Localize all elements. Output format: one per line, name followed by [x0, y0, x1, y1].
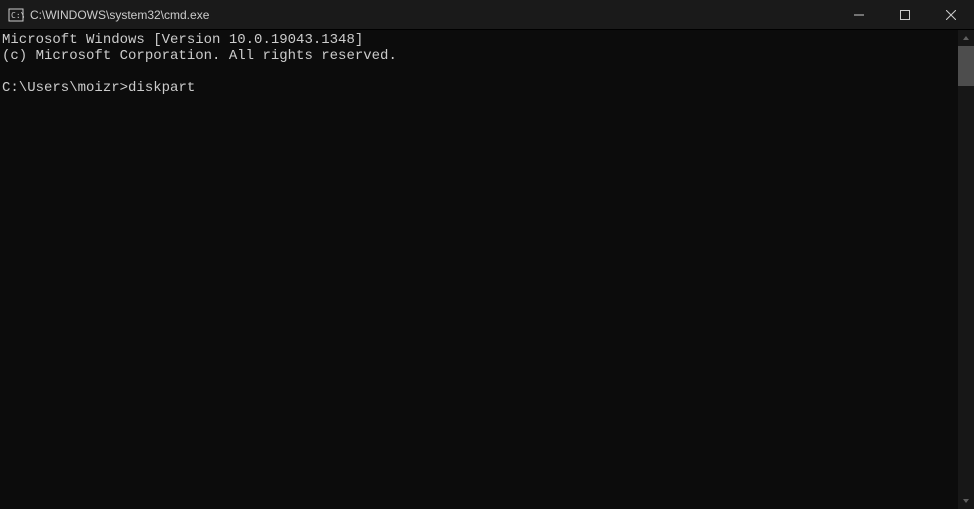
scroll-up-arrow[interactable]	[958, 30, 974, 46]
terminal-output[interactable]: Microsoft Windows [Version 10.0.19043.13…	[0, 30, 958, 509]
titlebar[interactable]: C:\ C:\WINDOWS\system32\cmd.exe	[0, 0, 974, 30]
titlebar-left: C:\ C:\WINDOWS\system32\cmd.exe	[0, 7, 209, 23]
version-line: Microsoft Windows [Version 10.0.19043.13…	[2, 32, 363, 48]
cmd-window: C:\ C:\WINDOWS\system32\cmd.exe Microsof…	[0, 0, 974, 509]
svg-text:C:\: C:\	[11, 11, 24, 20]
maximize-button[interactable]	[882, 0, 928, 29]
window-title: C:\WINDOWS\system32\cmd.exe	[30, 8, 209, 22]
scroll-track[interactable]	[958, 46, 974, 493]
minimize-button[interactable]	[836, 0, 882, 29]
close-button[interactable]	[928, 0, 974, 29]
content-wrapper: Microsoft Windows [Version 10.0.19043.13…	[0, 30, 974, 509]
vertical-scrollbar[interactable]	[958, 30, 974, 509]
scroll-down-arrow[interactable]	[958, 493, 974, 509]
command-input[interactable]: diskpart	[128, 80, 195, 96]
scroll-thumb[interactable]	[958, 46, 974, 86]
window-controls	[836, 0, 974, 29]
cmd-icon: C:\	[8, 7, 24, 23]
copyright-line: (c) Microsoft Corporation. All rights re…	[2, 48, 397, 64]
prompt: C:\Users\moizr>	[2, 80, 128, 96]
